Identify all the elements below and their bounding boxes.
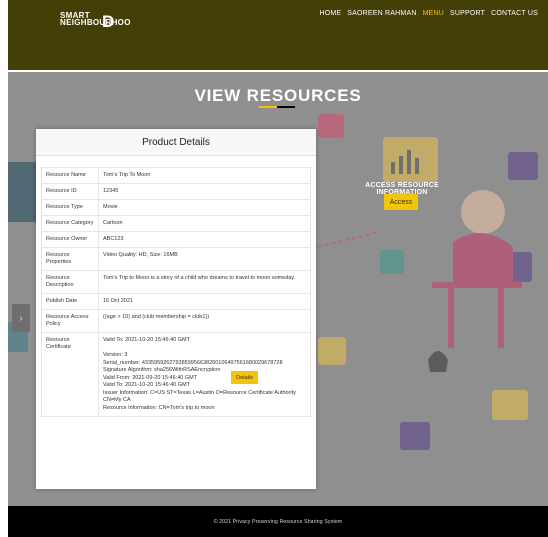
table-row: Publish Date 16 Oct 2021: [41, 293, 311, 310]
nav-user[interactable]: SAOREEN RAHMAN: [347, 10, 416, 17]
row-value: ((age > 10) and (club membership = club1…: [98, 309, 311, 333]
row-value: 16 Oct 2021: [98, 293, 311, 310]
logo-big-letter: D: [102, 12, 115, 31]
row-value: ABC123: [98, 231, 311, 248]
main-nav: HOME SAOREEN RAHMAN MENU SUPPORT CONTACT…: [319, 10, 538, 17]
row-value: Movie: [98, 199, 311, 216]
row-key: Resource Owner: [41, 231, 99, 248]
cert-line: Valid To: 2021-10-20 15:46:40 GMT: [103, 337, 190, 343]
row-key: Resource ID: [41, 183, 99, 200]
page-title: VIEW RESOURCES: [194, 86, 362, 105]
cert-line: [103, 345, 306, 353]
table-row-certificate: Resource Certificate Valid To: 2021-10-2…: [41, 332, 311, 417]
row-value: Video Quality: HD, Size: 16MB: [98, 247, 311, 271]
table-row: Resource Type Movie: [41, 199, 311, 216]
row-key: Publish Date: [41, 293, 99, 310]
row-key: Resource Name: [41, 167, 99, 184]
table-row: Resource Description Tom's Trip to Moon …: [41, 270, 311, 294]
access-button[interactable]: Access: [384, 194, 418, 210]
site-logo[interactable]: SMART NEIGHBOURHOO D: [60, 12, 131, 31]
chevron-right-icon[interactable]: ›: [12, 304, 30, 332]
table-row: Resource Properties Video Quality: HD, S…: [41, 247, 311, 271]
nav-home[interactable]: HOME: [319, 10, 341, 17]
cert-line: Serial_number: 4335959262793859956638260…: [103, 359, 283, 366]
table-row: Resource Access Policy ((age > 10) and (…: [41, 309, 311, 333]
table-row: Resource Category Cartoon: [41, 215, 311, 232]
table-row: Resource Owner ABC123: [41, 231, 311, 248]
certificate-value: Valid To: 2021-10-20 15:46:40 GMT Versio…: [98, 332, 311, 417]
row-key: Resource Description: [41, 270, 99, 294]
row-key: Resource Type: [41, 199, 99, 216]
row-value: 12345: [98, 183, 311, 200]
row-key: Resource Access Policy: [41, 309, 99, 333]
cert-line: Issuer Information: C=US ST=Texas L=Aust…: [103, 389, 296, 404]
row-key: Resource Certificate: [41, 332, 99, 417]
cert-line: Signature Algorithm: sha256WithRSAEncryp…: [103, 367, 221, 373]
product-details-card: Product Details Resource Name Tom's Trip…: [36, 129, 316, 489]
table-row: Resource ID 12345: [41, 183, 311, 200]
card-title: Product Details: [36, 129, 316, 156]
site-header: SMART NEIGHBOURHOO D HOME SAOREEN RAHMAN…: [8, 0, 548, 70]
nav-support[interactable]: SUPPORT: [450, 10, 485, 17]
nav-contact[interactable]: CONTACT US: [491, 10, 538, 17]
details-button[interactable]: Details: [231, 371, 258, 384]
table-row: Resource Name Tom's Trip To Moon: [41, 167, 311, 184]
title-underline: [259, 106, 295, 108]
product-details-table: Resource Name Tom's Trip To Moon Resourc…: [41, 167, 311, 417]
cert-line: Version: 3: [103, 352, 128, 358]
cert-line: Valid From: 2021-09-20 15:46:40 GMT: [103, 374, 198, 381]
row-key: Resource Properties: [41, 247, 99, 271]
cert-line: Resource Information: CN=Tom's trip to m…: [103, 404, 215, 411]
row-key: Resource Category: [41, 215, 99, 232]
cert-line: Valid To: 2021-10-20 15:46:40 GMT: [103, 382, 190, 388]
nav-menu[interactable]: MENU: [423, 10, 444, 17]
page: SMART NEIGHBOURHOO D HOME SAOREEN RAHMAN…: [0, 0, 548, 537]
site-footer: © 2021 Privacy Preserving Resource Shari…: [8, 506, 548, 537]
row-value: Cartoon: [98, 215, 311, 232]
row-value: Tom's Trip to Moon is a story of a child…: [98, 270, 311, 294]
logo-line-2: NEIGHBOURHOO: [60, 18, 131, 27]
row-value: Tom's Trip To Moon: [98, 167, 311, 184]
